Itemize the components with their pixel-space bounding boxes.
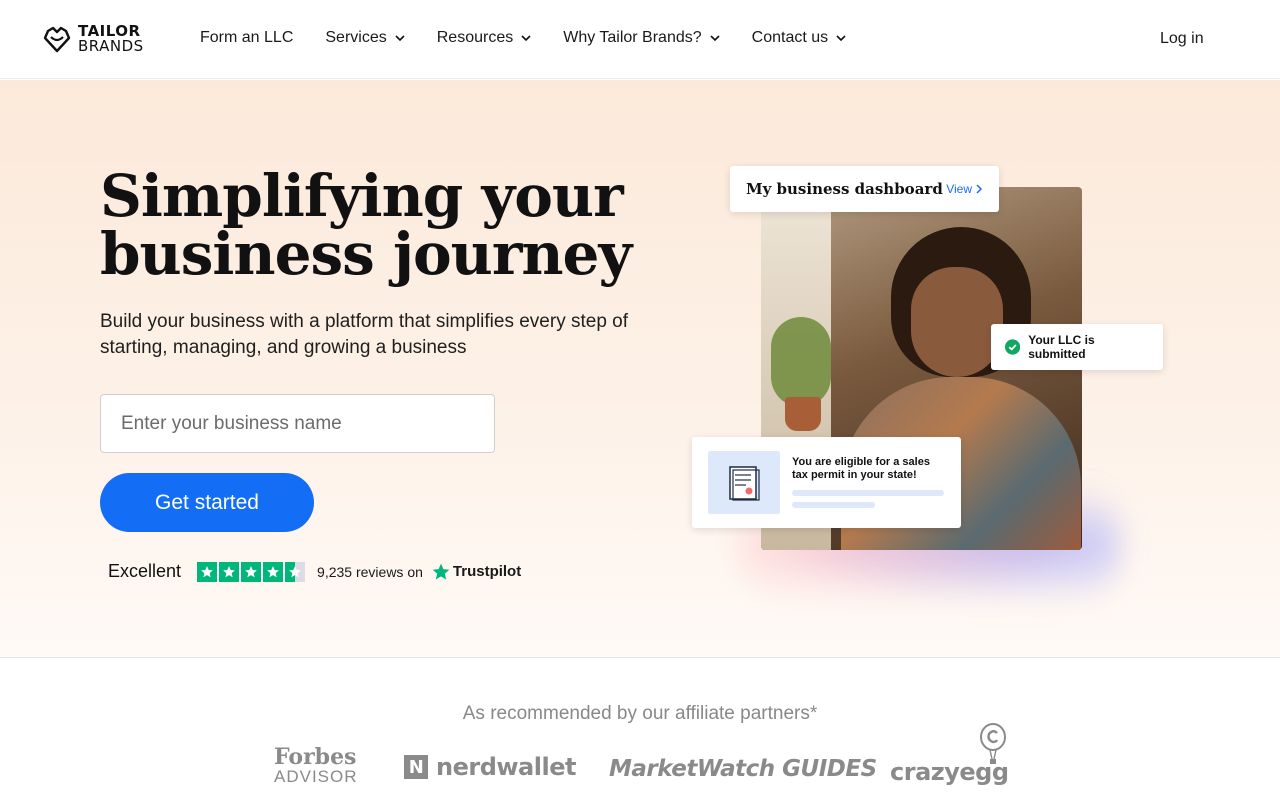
- trustpilot-logo: Trustpilot: [431, 562, 521, 582]
- nav-item-label: Resources: [436, 29, 514, 46]
- main-nav: Form an LLC Services Resources Why Tailo…: [200, 29, 878, 47]
- dashboard-card: My business dashboard View: [730, 166, 999, 212]
- permit-placeholder-bar: [792, 502, 875, 508]
- tailor-brands-logo-icon: [43, 26, 71, 53]
- dashboard-view-link[interactable]: View: [946, 182, 983, 196]
- photo-plant: [771, 317, 831, 407]
- llc-status-text: Your LLC is submitted: [1028, 333, 1095, 361]
- permit-text: You are eligible for a sales tax permit …: [792, 456, 930, 481]
- star-icon: [197, 561, 218, 582]
- star-icon: [219, 561, 240, 582]
- star-icon: [241, 561, 262, 582]
- nav-item-label: Contact us: [751, 29, 829, 46]
- chevron-right-icon: [976, 184, 983, 194]
- dashboard-card-title: My business dashboard: [746, 180, 943, 198]
- photo-face: [911, 267, 1003, 377]
- chevron-down-icon: [521, 34, 531, 41]
- logo-wordmark: TAILOR BRANDS: [78, 24, 144, 54]
- nav-item-why-tailor-brands[interactable]: Why Tailor Brands?: [563, 29, 720, 47]
- trustpilot-rating-word: Excellent: [108, 561, 182, 581]
- partners-title: As recommended by our affiliate partners…: [462, 703, 818, 724]
- trustpilot-brand-label: Trustpilot: [452, 563, 522, 580]
- nerdwallet-logo: N nerdwallet: [404, 753, 576, 781]
- crazyegg-balloon-icon: [980, 723, 1006, 764]
- nav-item-resources[interactable]: Resources: [437, 29, 531, 47]
- trustpilot-star-icon: [432, 563, 450, 579]
- hero-title: Simplifying your business journey: [100, 162, 632, 288]
- trustpilot-review-count: 9,235 reviews on: [317, 563, 423, 580]
- permit-placeholder-bar: [792, 490, 944, 496]
- star-icon: [263, 561, 284, 582]
- site-header: TAILOR BRANDS Form an LLC Services Resou…: [0, 0, 1280, 79]
- nav-item-label: Services: [325, 29, 387, 46]
- get-started-button[interactable]: Get started: [100, 473, 314, 532]
- trustpilot-widget[interactable]: Excellent 9,235 reviews on Trustpilot: [108, 561, 521, 582]
- login-link[interactable]: Log in: [1160, 30, 1204, 48]
- photo-pot: [785, 397, 821, 431]
- forbes-advisor-logo: Forbes ADVISOR: [274, 746, 358, 786]
- business-name-input[interactable]: [100, 394, 495, 453]
- trustpilot-stars: [197, 561, 306, 582]
- partners-section: As recommended by our affiliate partners…: [0, 657, 1280, 800]
- half-star-icon: [285, 561, 306, 582]
- chevron-down-icon: [836, 34, 846, 41]
- check-circle-icon: [1005, 339, 1021, 355]
- nav-item-services[interactable]: Services: [325, 29, 405, 47]
- llc-status-card: Your LLC is submitted: [991, 324, 1163, 370]
- hero-subtitle: Build your business with a platform that…: [100, 311, 629, 358]
- nerdwallet-logo-text: nerdwallet: [436, 753, 576, 781]
- chevron-down-icon: [710, 34, 720, 41]
- nav-item-label: Why Tailor Brands?: [563, 29, 702, 46]
- marketwatch-guides-logo: MarketWatch GUIDES: [609, 756, 877, 782]
- advisor-logo-text: ADVISOR: [274, 767, 358, 786]
- logo-line-2: BRANDS: [78, 37, 144, 55]
- dashboard-view-label: View: [946, 182, 972, 196]
- permit-card: You are eligible for a sales tax permit …: [692, 437, 961, 528]
- nav-item-contact-us[interactable]: Contact us: [752, 29, 846, 47]
- nav-item-form-llc[interactable]: Form an LLC: [200, 29, 293, 47]
- tailor-brands-logo[interactable]: TAILOR BRANDS: [42, 24, 144, 54]
- nerdwallet-n-icon: N: [404, 755, 428, 779]
- hero-section: Simplifying your business journey Build …: [0, 80, 1280, 658]
- certificate-icon: [708, 451, 780, 514]
- nav-item-label: Form an LLC: [200, 29, 294, 46]
- chevron-down-icon: [395, 34, 405, 41]
